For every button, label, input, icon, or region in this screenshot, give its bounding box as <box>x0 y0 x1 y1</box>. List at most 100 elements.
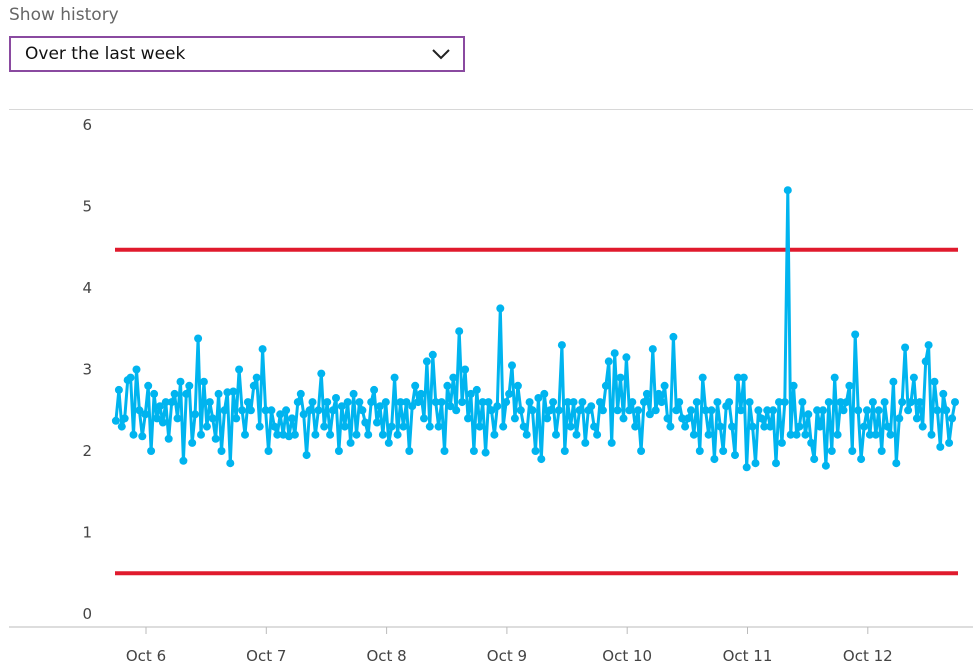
data-point <box>238 406 247 415</box>
data-point <box>707 406 716 415</box>
data-point <box>880 398 889 407</box>
data-point <box>452 406 461 415</box>
data-point <box>830 373 839 382</box>
data-point <box>854 406 863 415</box>
data-point <box>343 398 352 407</box>
data-point <box>587 402 596 411</box>
data-point <box>173 414 182 423</box>
data-point <box>672 406 681 415</box>
data-point <box>270 422 279 431</box>
data-point <box>241 430 249 439</box>
data-point <box>264 447 273 455</box>
data-point <box>860 422 869 431</box>
data-point <box>681 422 690 431</box>
data-point <box>754 406 763 415</box>
data-point <box>663 414 672 423</box>
data-point <box>373 418 381 427</box>
data-point <box>472 385 481 394</box>
data-point <box>141 410 150 419</box>
data-point <box>704 430 713 439</box>
data-point <box>361 418 370 427</box>
data-point <box>857 455 866 464</box>
data-point <box>425 422 434 431</box>
data-point <box>496 304 505 313</box>
data-point <box>528 406 537 415</box>
data-point <box>848 447 857 455</box>
data-point <box>540 389 549 398</box>
data-point <box>326 430 335 439</box>
data-point <box>194 334 203 343</box>
data-point <box>622 353 631 362</box>
data-point <box>531 447 540 455</box>
data-point <box>739 373 748 382</box>
data-point <box>411 381 420 390</box>
data-point <box>883 422 892 431</box>
data-point <box>422 357 431 366</box>
data-point <box>211 434 220 443</box>
data-point <box>455 327 464 336</box>
data-point <box>443 381 452 390</box>
data-point <box>126 373 135 382</box>
data-point <box>364 430 373 439</box>
data-point <box>945 438 954 447</box>
data-point <box>249 381 258 390</box>
data-point <box>199 377 208 386</box>
data-point <box>346 438 355 447</box>
data-point <box>334 447 343 455</box>
data-point <box>566 422 575 431</box>
x-tick-label: Oct 10 <box>602 647 652 665</box>
data-point <box>939 389 948 398</box>
x-tick-label: Oct 7 <box>246 647 286 665</box>
data-point <box>293 398 302 407</box>
data-point <box>147 447 156 455</box>
data-point <box>129 430 138 439</box>
data-point <box>449 373 458 382</box>
data-point <box>267 406 276 415</box>
data-point <box>874 406 883 415</box>
data-point <box>751 459 760 468</box>
data-point <box>549 398 558 407</box>
data-point <box>132 365 141 374</box>
data-point <box>642 389 651 398</box>
data-point <box>387 422 396 431</box>
data-point <box>675 398 684 407</box>
data-point <box>581 438 590 447</box>
data-point <box>320 422 329 431</box>
data-point <box>510 414 519 423</box>
data-point <box>405 447 414 455</box>
data-point <box>469 447 478 455</box>
data-point <box>560 447 569 455</box>
data-point <box>282 406 291 415</box>
data-point <box>349 389 358 398</box>
data-point <box>801 430 810 439</box>
data-point <box>311 430 320 439</box>
data-point <box>158 418 167 427</box>
data-point <box>481 448 490 457</box>
data-point <box>191 410 200 419</box>
data-point <box>877 447 886 455</box>
data-point <box>689 430 698 439</box>
data-point <box>596 398 604 407</box>
data-point <box>288 414 296 423</box>
data-point <box>370 385 379 394</box>
data-point <box>170 389 179 398</box>
data-point <box>414 398 423 407</box>
y-tick-label: 3 <box>82 361 92 379</box>
data-point <box>610 349 619 358</box>
history-line-chart: 0 1 2 3 4 5 6 Oct 6 Oct 7 Oct 8 Oct 9 Oct 10 Oct 11 O… <box>9 116 973 665</box>
data-point <box>827 447 836 455</box>
data-point <box>417 389 425 398</box>
data-point <box>378 430 387 439</box>
data-point <box>901 343 910 352</box>
data-point <box>912 414 921 423</box>
data-point <box>314 406 323 415</box>
data-point <box>508 361 516 370</box>
data-point <box>399 422 408 431</box>
data-point <box>921 357 930 366</box>
data-point <box>117 422 126 431</box>
data-point <box>777 438 786 447</box>
data-point <box>804 410 813 419</box>
data-point <box>182 389 191 398</box>
data-point <box>317 369 326 378</box>
data-point <box>516 406 525 415</box>
